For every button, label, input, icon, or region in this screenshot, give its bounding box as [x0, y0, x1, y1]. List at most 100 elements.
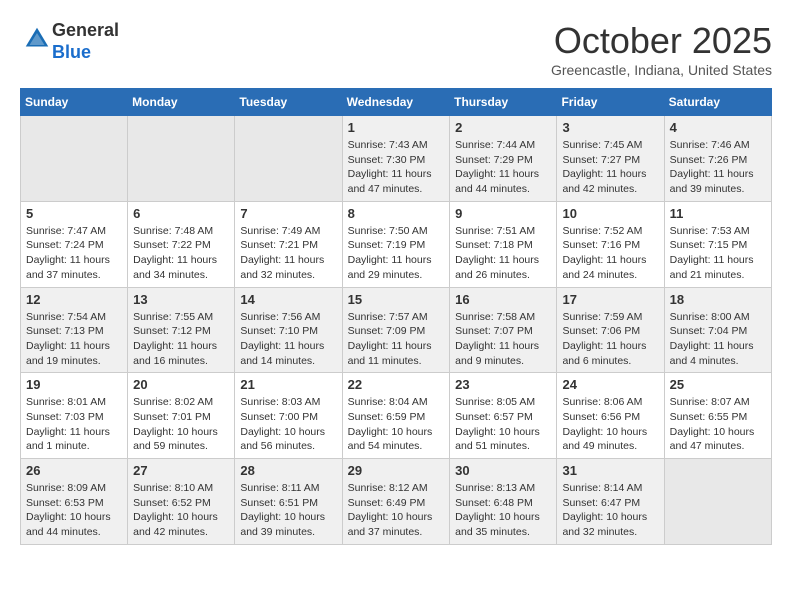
calendar-week-row: 19 Sunrise: 8:01 AM Sunset: 7:03 PM Dayli… — [21, 373, 772, 459]
page-header: General Blue October 2025 Greencastle, I… — [20, 20, 772, 78]
day-info: Sunrise: 8:09 AM Sunset: 6:53 PM Dayligh… — [26, 481, 122, 540]
day-number: 16 — [455, 292, 551, 307]
table-row: 20Sunrise: 8:02 AM Sunset: 7:01 PM Dayli… — [128, 373, 235, 459]
table-row: 28 Sunrise: 8:11 AM Sunset: 6:51 PM Dayli… — [235, 459, 342, 545]
calendar-week-row: 12Sunrise: 7:54 AM Sunset: 7:13 PM Dayli… — [21, 287, 772, 373]
day-info: Sunrise: 7:59 AM Sunset: 7:06 PM Dayligh… — [562, 310, 658, 369]
day-number: 25 — [670, 377, 766, 392]
day-number: 7 — [240, 206, 336, 221]
day-number: 31 — [562, 463, 658, 478]
weekday-friday: Friday — [557, 89, 664, 116]
day-number: 30 — [455, 463, 551, 478]
table-row: 25 Sunrise: 8:07 AM Sunset: 6:55 PM Dayli… — [664, 373, 771, 459]
table-row: 8 Sunrise: 7:50 AM Sunset: 7:19 PM Daylig… — [342, 201, 450, 287]
weekday-thursday: Thursday — [450, 89, 557, 116]
table-row: 4Sunrise: 7:46 AM Sunset: 7:26 PM Daylig… — [664, 116, 771, 202]
day-info: Sunrise: 7:46 AM Sunset: 7:26 PM Dayligh… — [670, 138, 766, 197]
day-info: Sunrise: 7:43 AM Sunset: 7:30 PM Dayligh… — [348, 138, 445, 197]
day-info: Sunrise: 7:57 AM Sunset: 7:09 PM Dayligh… — [348, 310, 445, 369]
table-row — [664, 459, 771, 545]
table-row: 26 Sunrise: 8:09 AM Sunset: 6:53 PM Dayli… — [21, 459, 128, 545]
table-row: 24 Sunrise: 8:06 AM Sunset: 6:56 PM Dayli… — [557, 373, 664, 459]
day-number: 10 — [562, 206, 658, 221]
weekday-sunday: Sunday — [21, 89, 128, 116]
day-number: 1 — [348, 120, 445, 135]
day-info: Sunrise: 8:13 AM Sunset: 6:48 PM Dayligh… — [455, 481, 551, 540]
title-block: October 2025 Greencastle, Indiana, Unite… — [551, 20, 772, 78]
table-row: 1 Sunrise: 7:43 AM Sunset: 7:30 PM Daylig… — [342, 116, 450, 202]
day-info: Sunrise: 8:05 AM Sunset: 6:57 PM Dayligh… — [455, 395, 551, 454]
day-number: 21 — [240, 377, 336, 392]
day-number: 29 — [348, 463, 445, 478]
table-row: 16 Sunrise: 7:58 AM Sunset: 7:07 PM Dayli… — [450, 287, 557, 373]
day-number: 8 — [348, 206, 445, 221]
table-row: 2 Sunrise: 7:44 AM Sunset: 7:29 PM Daylig… — [450, 116, 557, 202]
day-info: Sunrise: 7:50 AM Sunset: 7:19 PM Dayligh… — [348, 224, 445, 283]
calendar-week-row: 26 Sunrise: 8:09 AM Sunset: 6:53 PM Dayli… — [21, 459, 772, 545]
day-info: Sunrise: 7:55 AM Sunset: 7:12 PM Dayligh… — [133, 310, 229, 369]
day-info: Sunrise: 8:07 AM Sunset: 6:55 PM Dayligh… — [670, 395, 766, 454]
day-number: 5 — [26, 206, 122, 221]
table-row: 9 Sunrise: 7:51 AM Sunset: 7:18 PM Daylig… — [450, 201, 557, 287]
calendar-week-row: 1 Sunrise: 7:43 AM Sunset: 7:30 PM Daylig… — [21, 116, 772, 202]
day-number: 18 — [670, 292, 766, 307]
table-row: 3 Sunrise: 7:45 AM Sunset: 7:27 PM Daylig… — [557, 116, 664, 202]
calendar-week-row: 5Sunrise: 7:47 AM Sunset: 7:24 PM Daylig… — [21, 201, 772, 287]
day-number: 27 — [133, 463, 229, 478]
table-row: 21 Sunrise: 8:03 AM Sunset: 7:00 PM Dayli… — [235, 373, 342, 459]
day-info: Sunrise: 7:49 AM Sunset: 7:21 PM Dayligh… — [240, 224, 336, 283]
day-info: Sunrise: 7:45 AM Sunset: 7:27 PM Dayligh… — [562, 138, 658, 197]
day-number: 23 — [455, 377, 551, 392]
table-row: 31 Sunrise: 8:14 AM Sunset: 6:47 PM Dayli… — [557, 459, 664, 545]
day-info: Sunrise: 7:53 AM Sunset: 7:15 PM Dayligh… — [670, 224, 766, 283]
table-row: 5Sunrise: 7:47 AM Sunset: 7:24 PM Daylig… — [21, 201, 128, 287]
day-info: Sunrise: 7:58 AM Sunset: 7:07 PM Dayligh… — [455, 310, 551, 369]
day-number: 11 — [670, 206, 766, 221]
day-info: Sunrise: 8:06 AM Sunset: 6:56 PM Dayligh… — [562, 395, 658, 454]
day-number: 26 — [26, 463, 122, 478]
table-row: 6Sunrise: 7:48 AM Sunset: 7:22 PM Daylig… — [128, 201, 235, 287]
day-info: Sunrise: 7:51 AM Sunset: 7:18 PM Dayligh… — [455, 224, 551, 283]
day-info: Sunrise: 8:10 AM Sunset: 6:52 PM Dayligh… — [133, 481, 229, 540]
logo-text: General Blue — [52, 20, 119, 63]
day-info: Sunrise: 8:04 AM Sunset: 6:59 PM Dayligh… — [348, 395, 445, 454]
weekday-saturday: Saturday — [664, 89, 771, 116]
day-number: 9 — [455, 206, 551, 221]
day-number: 19 — [26, 377, 122, 392]
day-info: Sunrise: 7:44 AM Sunset: 7:29 PM Dayligh… — [455, 138, 551, 197]
day-info: Sunrise: 8:14 AM Sunset: 6:47 PM Dayligh… — [562, 481, 658, 540]
table-row: 15 Sunrise: 7:57 AM Sunset: 7:09 PM Dayli… — [342, 287, 450, 373]
day-info: Sunrise: 7:54 AM Sunset: 7:13 PM Dayligh… — [26, 310, 122, 369]
day-info: Sunrise: 8:03 AM Sunset: 7:00 PM Dayligh… — [240, 395, 336, 454]
table-row: 7 Sunrise: 7:49 AM Sunset: 7:21 PM Daylig… — [235, 201, 342, 287]
month-title: October 2025 — [551, 20, 772, 62]
day-number: 2 — [455, 120, 551, 135]
table-row: 17 Sunrise: 7:59 AM Sunset: 7:06 PM Dayli… — [557, 287, 664, 373]
table-row: 27 Sunrise: 8:10 AM Sunset: 6:52 PM Dayli… — [128, 459, 235, 545]
logo: General Blue — [20, 20, 119, 63]
day-number: 3 — [562, 120, 658, 135]
location: Greencastle, Indiana, United States — [551, 62, 772, 78]
table-row: 12Sunrise: 7:54 AM Sunset: 7:13 PM Dayli… — [21, 287, 128, 373]
day-number: 13 — [133, 292, 229, 307]
table-row: 14 Sunrise: 7:56 AM Sunset: 7:10 PM Dayli… — [235, 287, 342, 373]
table-row: 23 Sunrise: 8:05 AM Sunset: 6:57 PM Dayli… — [450, 373, 557, 459]
day-number: 28 — [240, 463, 336, 478]
day-number: 15 — [348, 292, 445, 307]
day-number: 14 — [240, 292, 336, 307]
day-info: Sunrise: 8:12 AM Sunset: 6:49 PM Dayligh… — [348, 481, 445, 540]
day-info: Sunrise: 7:48 AM Sunset: 7:22 PM Dayligh… — [133, 224, 229, 283]
table-row: 22 Sunrise: 8:04 AM Sunset: 6:59 PM Dayli… — [342, 373, 450, 459]
day-info: Sunrise: 8:02 AM Sunset: 7:01 PM Dayligh… — [133, 395, 229, 454]
day-info: Sunrise: 7:56 AM Sunset: 7:10 PM Dayligh… — [240, 310, 336, 369]
table-row — [128, 116, 235, 202]
day-number: 22 — [348, 377, 445, 392]
weekday-header-row: SundayMondayTuesdayWednesdayThursdayFrid… — [21, 89, 772, 116]
day-number: 17 — [562, 292, 658, 307]
day-info: Sunrise: 8:11 AM Sunset: 6:51 PM Dayligh… — [240, 481, 336, 540]
day-info: Sunrise: 8:01 AM Sunset: 7:03 PM Dayligh… — [26, 395, 122, 454]
weekday-tuesday: Tuesday — [235, 89, 342, 116]
day-info: Sunrise: 8:00 AM Sunset: 7:04 PM Dayligh… — [670, 310, 766, 369]
day-number: 24 — [562, 377, 658, 392]
table-row: 10Sunrise: 7:52 AM Sunset: 7:16 PM Dayli… — [557, 201, 664, 287]
